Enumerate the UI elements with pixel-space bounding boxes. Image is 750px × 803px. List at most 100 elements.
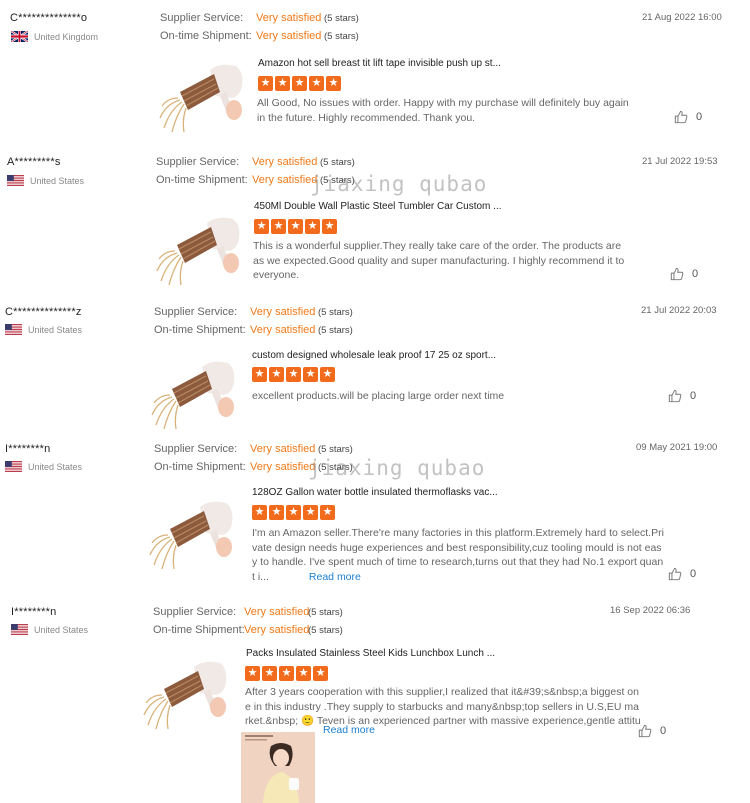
country-label: United States — [34, 624, 89, 635]
rating-stars: ★ ★ ★ ★ ★ — [254, 219, 337, 234]
star-icon: ★ — [279, 666, 294, 681]
star-icon: ★ — [254, 219, 269, 234]
like-button[interactable]: 0 — [668, 389, 696, 403]
us-flag-icon — [5, 324, 22, 335]
reviewer-country: United States — [11, 624, 88, 635]
read-more-link[interactable]: Read more — [309, 571, 361, 583]
reviewer-name: C**************o — [10, 12, 88, 24]
product-title-link[interactable]: Packs Insulated Stainless Steel Kids Lun… — [246, 648, 495, 659]
star-icon: ★ — [275, 76, 290, 91]
supplier-service-stars: (5 stars) — [320, 157, 355, 168]
star-icon: ★ — [262, 666, 277, 681]
rating-stars: ★ ★ ★ ★ ★ — [258, 76, 341, 91]
product-title-link[interactable]: 450Ml Double Wall Plastic Steel Tumbler … — [254, 201, 502, 212]
like-count: 0 — [696, 111, 703, 123]
like-count: 0 — [692, 268, 699, 280]
product-thumbnail[interactable] — [155, 205, 245, 287]
review-comment: excellent products.will be placing large… — [252, 390, 505, 402]
star-icon: ★ — [296, 666, 311, 681]
on-time-shipment-label: On-time Shipment: — [154, 461, 246, 473]
on-time-shipment-value: Very satisfied — [250, 461, 316, 473]
review-date: 21 Jul 2022 20:03 — [641, 305, 717, 316]
supplier-service-stars: (5 stars) — [318, 444, 353, 455]
supplier-service-label: Supplier Service: — [160, 12, 244, 24]
product-title-link[interactable]: custom designed wholesale leak proof 17 … — [252, 350, 496, 361]
star-icon: ★ — [258, 76, 273, 91]
supplier-service-label: Supplier Service: — [154, 443, 238, 455]
product-thumbnail[interactable] — [150, 349, 240, 431]
supplier-service-label: Supplier Service: — [156, 156, 240, 168]
on-time-shipment-value: Very satisfied — [256, 30, 322, 42]
reviewer-name: C**************z — [5, 306, 82, 318]
review-comment: This is a wonderful supplier.They really… — [253, 240, 625, 281]
star-icon: ★ — [269, 367, 284, 382]
star-icon: ★ — [303, 505, 318, 520]
supplier-service-value: Very satisfied — [256, 12, 322, 24]
review-card: C**************o United Kingdom Supplier… — [0, 0, 750, 145]
rating-stars: ★ ★ ★ ★ ★ — [252, 367, 335, 382]
on-time-shipment-stars: (5 stars) — [318, 325, 353, 336]
like-button[interactable]: 0 — [668, 567, 696, 581]
watermark-text: jiaxing qubao — [308, 456, 486, 480]
star-icon: ★ — [309, 76, 324, 91]
thumbs-up-icon — [670, 267, 684, 281]
watermark-text: jiaxing qubao — [310, 172, 488, 196]
on-time-shipment-value: Very satisfied — [244, 624, 310, 636]
reviewer-country: United States — [5, 461, 82, 472]
us-flag-icon — [11, 624, 28, 635]
like-count: 0 — [690, 568, 697, 580]
like-button[interactable]: 0 — [674, 110, 702, 124]
reviewer-country: United States — [5, 324, 82, 335]
read-more-link[interactable]: Read more — [323, 724, 375, 736]
star-icon: ★ — [286, 367, 301, 382]
product-thumbnail[interactable] — [148, 489, 238, 571]
star-icon: ★ — [245, 666, 260, 681]
reviewer-name: A*********s — [7, 156, 61, 168]
star-icon: ★ — [320, 505, 335, 520]
review-date: 21 Aug 2022 16:00 — [642, 12, 722, 23]
star-icon: ★ — [271, 219, 286, 234]
product-thumbnail[interactable] — [142, 649, 232, 731]
on-time-shipment-value: Very satisfied — [250, 324, 316, 336]
like-count: 0 — [690, 390, 697, 402]
star-icon: ★ — [288, 219, 303, 234]
country-label: United States — [28, 461, 83, 472]
review-comment: All Good, No issues with order. Happy wi… — [257, 97, 629, 124]
supplier-service-value: Very satisfied — [252, 156, 318, 168]
product-thumbnail[interactable] — [158, 52, 248, 134]
star-icon: ★ — [303, 367, 318, 382]
product-title-link[interactable]: Amazon hot sell breast tit lift tape inv… — [258, 58, 501, 69]
review-card: I********n United States Supplier Servic… — [0, 597, 750, 803]
like-count: 0 — [660, 725, 667, 737]
review-comment-text: After 3 years cooperation with this supp… — [245, 686, 641, 727]
uk-flag-icon — [11, 31, 28, 42]
country-label: United States — [28, 324, 83, 335]
like-button[interactable]: 0 — [670, 267, 698, 281]
reviewer-name: I********n — [11, 606, 57, 618]
review-date: 16 Sep 2022 06:36 — [610, 605, 691, 616]
thumbs-up-icon — [668, 389, 682, 403]
on-time-shipment-value: Very satisfied — [252, 174, 318, 186]
star-icon: ★ — [305, 219, 320, 234]
star-icon: ★ — [292, 76, 307, 91]
product-title-link[interactable]: 128OZ Gallon water bottle insulated ther… — [252, 487, 498, 498]
reviewer-name: I********n — [5, 443, 51, 455]
review-card: C**************z United States Supplier … — [0, 297, 750, 434]
supplier-service-value: Very satisfied — [250, 443, 316, 455]
rating-stars: ★ ★ ★ ★ ★ — [245, 666, 328, 681]
reviewer-country: United States — [7, 175, 84, 186]
star-icon: ★ — [286, 505, 301, 520]
star-icon: ★ — [269, 505, 284, 520]
review-date: 09 May 2021 19:00 — [636, 442, 718, 453]
like-button[interactable]: 0 — [638, 724, 666, 738]
supplier-service-value: Very satisfied — [244, 606, 310, 618]
supplier-service-stars: (5 stars) — [324, 13, 359, 24]
us-flag-icon — [5, 461, 22, 472]
review-date: 21 Jul 2022 19:53 — [642, 156, 718, 167]
country-label: United Kingdom — [34, 31, 99, 42]
supplier-service-label: Supplier Service: — [153, 606, 237, 618]
review-photo-attachment[interactable] — [241, 732, 315, 803]
star-icon: ★ — [252, 505, 267, 520]
on-time-shipment-label: On-time Shipment: — [153, 624, 245, 636]
on-time-shipment-stars: (5 stars) — [324, 31, 359, 42]
